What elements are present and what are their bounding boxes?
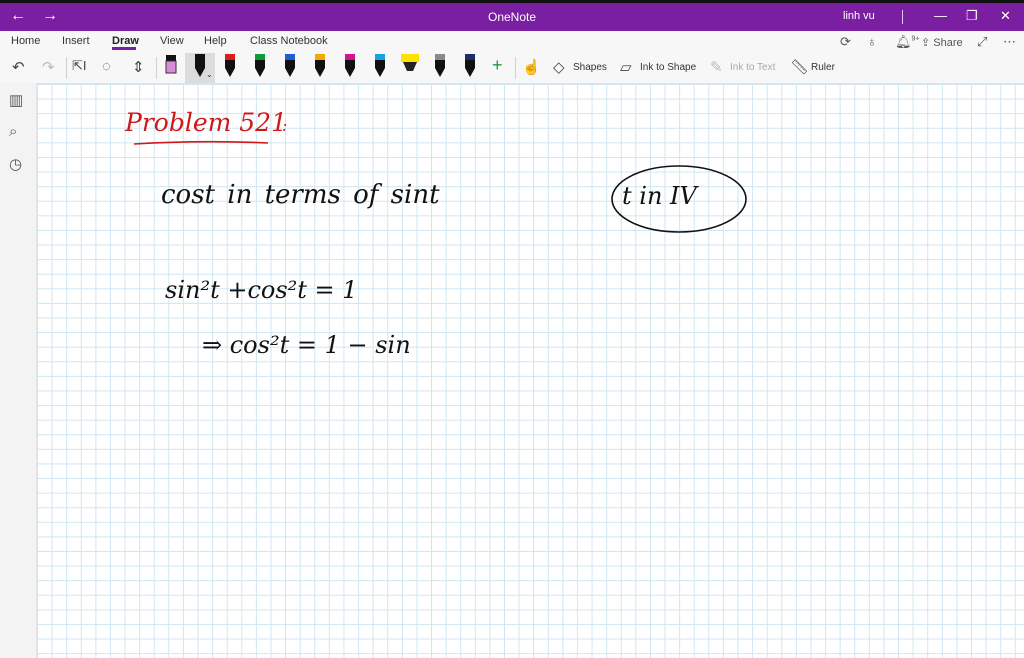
lasso-select-icon[interactable]: ◌ <box>102 58 111 75</box>
more-options-icon[interactable]: ⋯ <box>1003 34 1016 50</box>
ink-equation-1: sin²t +cos²t = 1 <box>165 276 358 304</box>
pen-cyan-icon[interactable] <box>372 53 388 81</box>
pen-orange-icon[interactable] <box>312 53 328 81</box>
notebooks-icon[interactable]: ▥ <box>9 91 23 109</box>
pen-magenta-icon[interactable] <box>342 53 358 81</box>
ink-underline <box>133 140 269 145</box>
pen-blue-icon[interactable] <box>282 53 298 81</box>
toolbar-divider <box>66 57 67 79</box>
add-space-icon[interactable]: ⇕ <box>132 58 145 76</box>
user-name[interactable]: linh vu <box>843 10 875 22</box>
undo-icon[interactable]: ↶ <box>12 58 25 76</box>
sync-icon[interactable]: ⟳ <box>840 34 851 50</box>
left-sidebar: ▥ ⌕ ◷ <box>0 83 37 658</box>
tab-draw[interactable]: Draw <box>112 35 139 47</box>
add-pen-icon[interactable]: + <box>492 55 503 76</box>
ink-to-shape-button[interactable]: Ink to Shape <box>640 62 696 73</box>
ink-to-text-button[interactable]: Ink to Text <box>730 62 775 73</box>
close-icon[interactable]: ✕ <box>1000 8 1011 24</box>
search-icon[interactable]: ⌕ <box>9 123 17 140</box>
share-label: Share <box>933 37 963 49</box>
pen-red-icon[interactable] <box>222 53 238 81</box>
pen-gray-icon[interactable] <box>432 53 448 81</box>
ink-to-text-icon[interactable]: ✎ <box>710 58 723 76</box>
type-select-icon[interactable]: ⇱I <box>72 58 87 74</box>
pen-navy-icon[interactable] <box>462 53 478 81</box>
tab-home[interactable]: Home <box>11 35 40 47</box>
title-bar: ← → OneNote linh vu — ❐ ✕ <box>0 0 1024 31</box>
tab-class-notebook[interactable]: Class Notebook <box>250 35 328 47</box>
ruler-icon[interactable]: 📏︎ <box>790 58 809 76</box>
pen-green-icon[interactable] <box>252 53 268 81</box>
redo-icon[interactable]: ↷ <box>42 58 55 76</box>
tab-insert[interactable]: Insert <box>62 35 90 47</box>
expand-icon[interactable]: ⤢ <box>977 34 987 50</box>
lightbulb-icon[interactable]: ♁ <box>867 34 877 49</box>
minimize-icon[interactable]: — <box>934 8 947 23</box>
touch-drawing-icon[interactable]: ☝ <box>522 58 541 76</box>
draw-toolbar: ↶ ↷ ⇱I ◌ ⇕ ⌄ + ☝ ◇ Shapes ▱ Ink to Shape… <box>0 53 1024 84</box>
recent-icon[interactable]: ◷ <box>9 155 22 173</box>
bell-icon[interactable]: 🔔︎9+ <box>895 34 920 50</box>
toolbar-divider <box>515 57 516 79</box>
restore-icon[interactable]: ❐ <box>966 8 978 24</box>
toolbar-divider <box>156 57 157 79</box>
ink-heading: Problem 521 <box>125 108 287 137</box>
chevron-down-icon[interactable]: ⌄ <box>206 70 213 79</box>
share-button[interactable]: ⇪ Share <box>921 36 963 49</box>
ink-equation-2: ⇒ cos²t = 1 − sin <box>202 331 411 359</box>
active-tab-indicator <box>112 47 136 50</box>
ruler-button[interactable]: Ruler <box>811 62 835 73</box>
ink-line-1: cost in terms of sint <box>161 180 440 210</box>
tab-view[interactable]: View <box>160 35 184 47</box>
highlighter-pink-icon[interactable] <box>163 53 179 81</box>
title-separator <box>902 10 903 24</box>
highlighter-yellow-icon[interactable] <box>400 53 420 81</box>
ink-to-shape-icon[interactable]: ▱ <box>620 58 632 76</box>
shapes-icon[interactable]: ◇ <box>553 58 565 76</box>
note-canvas[interactable]: Problem 521 : cost in terms of sint t in… <box>37 84 1024 658</box>
ink-circled-note: t in IV <box>622 182 697 210</box>
ink-heading-colon: : <box>282 116 288 135</box>
shapes-button[interactable]: Shapes <box>573 62 607 73</box>
notification-count: 9+ <box>911 35 920 43</box>
tab-help[interactable]: Help <box>204 35 227 47</box>
